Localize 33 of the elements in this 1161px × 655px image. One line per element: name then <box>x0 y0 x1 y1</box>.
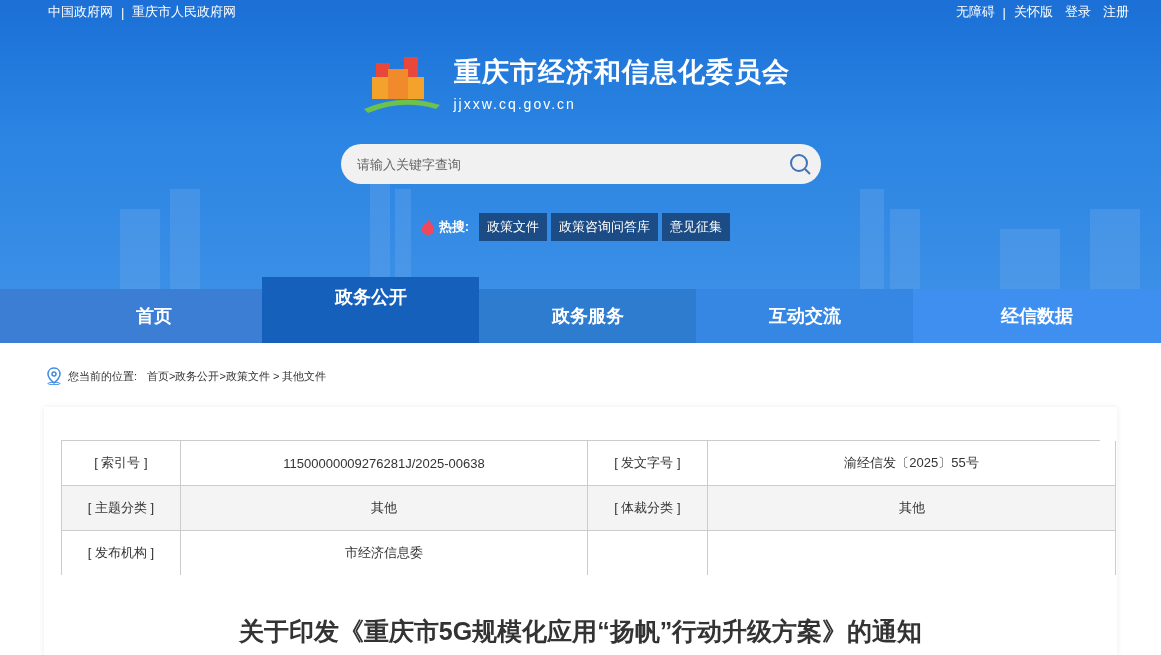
location-pin-icon <box>46 367 62 385</box>
table-header-cell: [ 索引号 ] <box>62 441 181 486</box>
top-link[interactable]: 重庆市人民政府网 <box>132 3 237 21</box>
table-cell: 11500000009276281J/2025-00638 <box>181 441 588 486</box>
table-cell: 渝经信发〔2025〕55号 <box>708 441 1116 486</box>
nav-tab[interactable]: 政务公开 <box>262 277 479 343</box>
breadcrumb-path[interactable]: 首页>政务公开>政策文件 > 其他文件 <box>147 368 327 384</box>
flame-icon <box>420 219 435 235</box>
table-header-cell: [ 体裁分类 ] <box>588 486 708 531</box>
top-link[interactable]: 登录 <box>1065 3 1091 21</box>
site-title: 重庆市经济和信息化委员会 <box>453 56 790 89</box>
table-cell: 其他 <box>708 486 1116 531</box>
article-title: 关于印发《重庆市5G规模化应用“扬帆”行动升级方案》的通知 <box>237 616 924 647</box>
separator: | <box>121 4 125 20</box>
breadcrumb-label: 您当前的位置: <box>68 368 138 384</box>
hot-search-label: 热搜: <box>438 218 470 236</box>
top-link[interactable]: 无障碍 <box>955 3 995 21</box>
nav-tab[interactable]: 政务服务 <box>479 289 696 343</box>
hot-search-tag[interactable]: 政策咨询问答库 <box>551 213 659 241</box>
separator: | <box>1002 4 1006 20</box>
search-field[interactable]: 请输入关键字查询 <box>340 144 821 184</box>
top-link[interactable]: 中国政府网 <box>48 3 113 21</box>
nav-tab[interactable]: 首页 <box>0 289 262 343</box>
nav-tab[interactable]: 互动交流 <box>696 289 913 343</box>
search-icon[interactable] <box>788 153 811 175</box>
hot-search-tag[interactable]: 政策文件 <box>479 213 548 241</box>
top-link[interactable]: 注册 <box>1103 3 1129 21</box>
hot-search-tag[interactable]: 意见征集 <box>662 213 731 241</box>
table-cell: 其他 <box>181 486 588 531</box>
top-link[interactable]: 关怀版 <box>1014 3 1053 21</box>
table-header-cell: [ 主题分类 ] <box>62 486 181 531</box>
table-header-cell: [ 发文字号 ] <box>588 441 708 486</box>
site-domain: jjxxw.cq.gov.cn <box>453 96 577 112</box>
